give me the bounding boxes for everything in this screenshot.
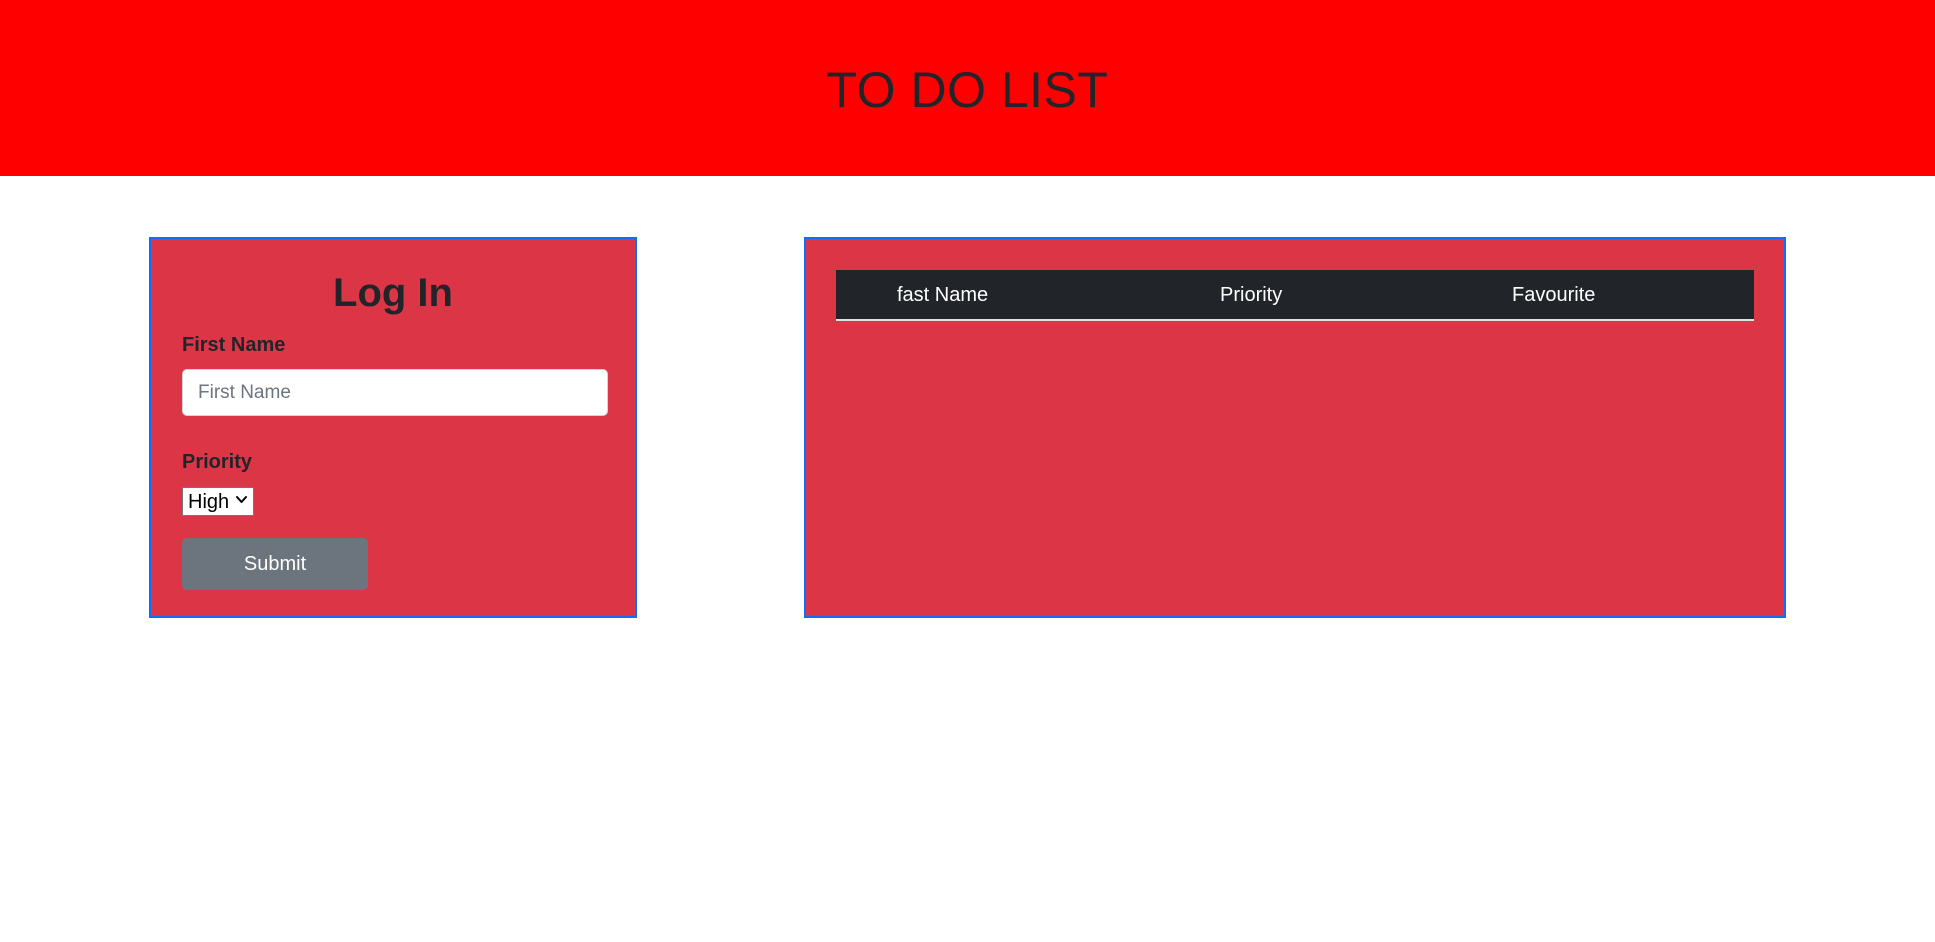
first-name-input[interactable] — [182, 369, 608, 416]
priority-select[interactable]: High — [182, 487, 254, 516]
page-header: TO DO LIST — [0, 0, 1935, 176]
todo-table-card: fast Name Priority Favourite — [804, 237, 1786, 618]
page-title: TO DO LIST — [826, 62, 1109, 118]
column-header-favourite[interactable]: Favourite — [1512, 270, 1595, 321]
first-name-label: First Name — [182, 334, 286, 356]
login-title: Log In — [333, 271, 453, 315]
priority-select-value: High — [188, 490, 230, 513]
column-header-priority[interactable]: Priority — [1220, 270, 1282, 321]
priority-label: Priority — [182, 451, 253, 473]
submit-button[interactable]: Submit — [182, 538, 368, 590]
table-header-row: fast Name Priority Favourite — [836, 270, 1754, 321]
chevron-down-icon — [236, 496, 247, 503]
column-header-name[interactable]: fast Name — [897, 270, 988, 321]
login-form-card: Log In First Name Priority High Submit — [149, 237, 637, 618]
